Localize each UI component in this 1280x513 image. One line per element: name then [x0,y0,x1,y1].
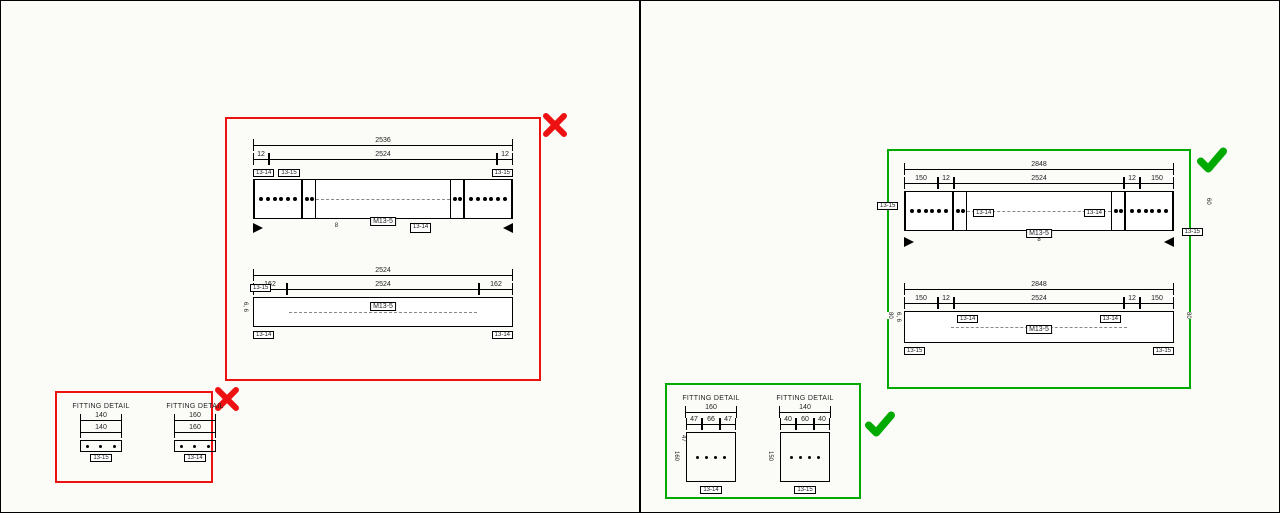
fitting-detail-a: FITTING DETAIL 160 47 66 47 160 47 13-14 [675,395,747,493]
beam-bottom: 13-14 13-14 M13-5 80 6, 6 80 [904,311,1174,343]
section-arrow-icon [253,223,263,233]
beam-bottom: M13-5 13-15 6, 6 [253,297,513,327]
right-pane-correct: 2848 150 12 2524 12 150 13-14 13-14 13-1… [640,0,1280,513]
main-drawing-top-right: 2848 150 12 2524 12 150 13-14 13-14 13-1… [904,163,1174,247]
main-drawing-bottom-left: 2524 162 2524 162 M13-5 13-15 6, 6 13-14… [253,269,513,339]
beam-top: M13-5 [253,179,513,219]
fitting-detail-b: FITTING DETAIL 140 40 60 40 150 13-15 [769,395,841,493]
check-icon [865,409,895,439]
piece-mark: M13-5 [370,217,396,226]
left-pane-wrong: 2536 12 2524 12 13-14 13-15 13-15 M13-5 [0,0,640,513]
bolt-pattern: 150 [780,432,830,482]
comparison-figure: 2536 12 2524 12 13-14 13-15 13-15 M13-5 [0,0,1280,513]
check-icon [1197,145,1227,175]
cross-icon [543,113,567,137]
fitting-details-right: FITTING DETAIL 160 47 66 47 160 47 13-14… [663,385,853,503]
section-arrow-icon [1164,237,1174,247]
main-drawing-top-left: 2536 12 2524 12 13-14 13-15 13-15 M13-5 [253,139,513,233]
fitting-detail-b: FITTING DETAIL 160 160 13-14 [159,403,231,461]
bolt-pattern: 160 47 [686,432,736,482]
main-drawing-bottom-right: 2848 150 12 2524 12 150 13-14 13-14 M13-… [904,283,1174,355]
dim-sub-row: 12 2524 12 [253,153,513,167]
section-arrow-icon [904,237,914,247]
tag-row: 13-14 13-15 13-15 [253,169,513,177]
dim-overall: 2536 [253,139,513,151]
section-arrow-icon [503,223,513,233]
fitting-details-left: FITTING DETAIL 140 140 13-15 FITTING DET… [53,393,243,471]
beam-top: 13-14 13-14 13-15 13-15 60 M13-5 [904,191,1174,231]
fitting-detail-a: FITTING DETAIL 140 140 13-15 [65,403,137,461]
